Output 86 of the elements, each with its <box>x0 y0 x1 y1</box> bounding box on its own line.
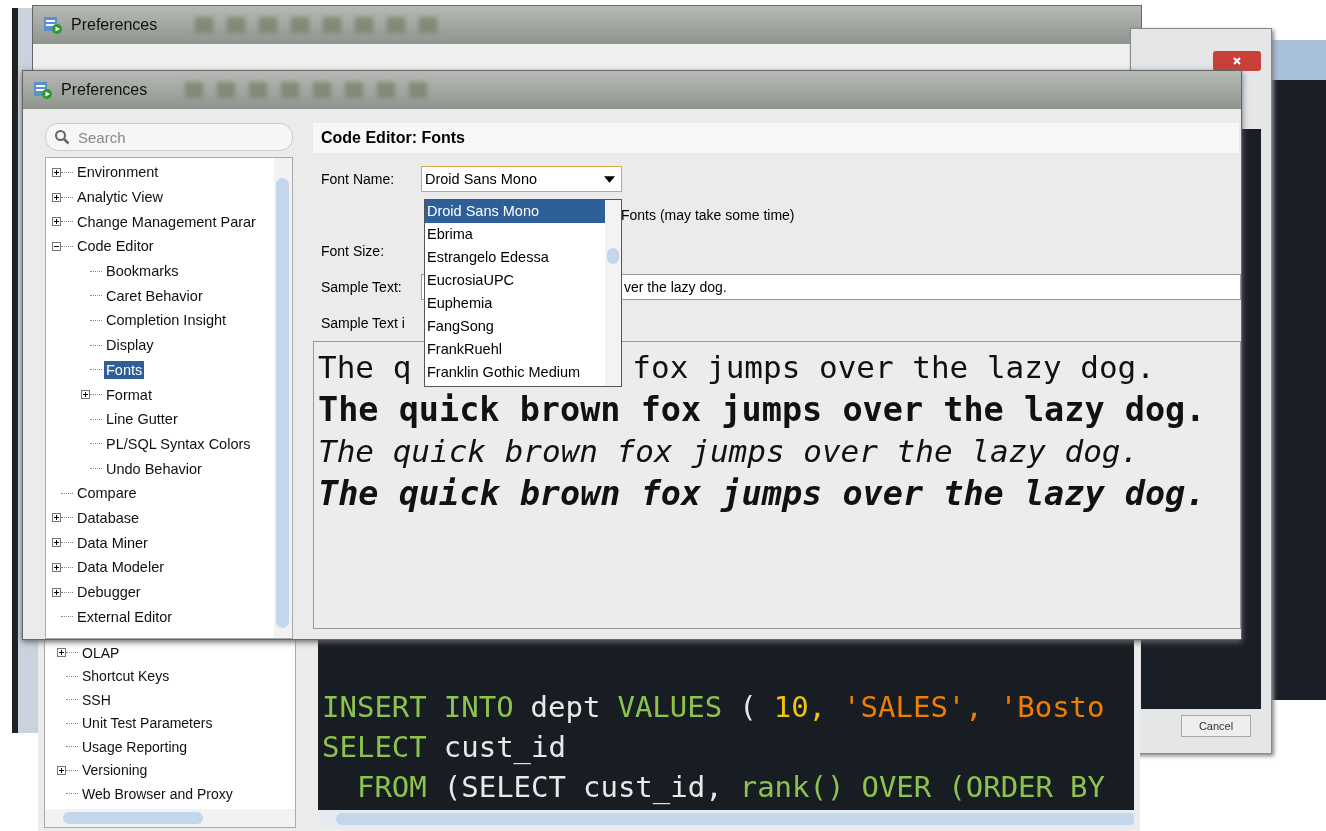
code-token: VALUES <box>617 690 723 726</box>
tree-item[interactable]: Shortcut Keys <box>80 667 172 686</box>
tree-item[interactable]: Environment <box>75 163 161 182</box>
tree-item[interactable]: Change Management Parar <box>75 212 258 231</box>
tree-item[interactable]: Unit Test Parameters <box>80 714 215 733</box>
field-label: Sample Text: <box>321 279 403 295</box>
scrollbar[interactable] <box>605 200 621 386</box>
app-icon <box>33 80 53 100</box>
tree-item[interactable]: Caret Behavior <box>104 286 205 305</box>
tree-item[interactable]: Versioning <box>80 761 150 780</box>
code-token: ( <box>739 690 757 726</box>
dropdown-option[interactable]: Estrangelo Edessa <box>425 246 605 269</box>
sample-text: The quick brown fox jumps over the lazy dog. <box>318 433 1140 469</box>
expand-toggle[interactable] <box>81 390 90 400</box>
tree-item[interactable]: OLAP <box>80 643 122 662</box>
dropdown-option[interactable]: Ebrima <box>425 223 605 246</box>
page-heading: Code Editor: Fonts <box>313 123 1239 153</box>
expand-toggle[interactable] <box>57 648 66 658</box>
search-icon <box>54 129 70 145</box>
dropdown-option[interactable]: FangSong <box>425 315 605 338</box>
sample-text: The quick brown fox jumps over the lazy dog. <box>318 473 1206 513</box>
code-token: 'Bosto <box>999 690 1105 726</box>
tree-item[interactable]: Data Miner <box>75 533 150 552</box>
tree-item[interactable]: Analytic View <box>75 188 165 207</box>
tree-item[interactable]: Display <box>104 336 156 355</box>
tree-item[interactable]: Fonts <box>104 360 145 379</box>
code-token: (SELECT <box>443 770 566 806</box>
code-token: SELECT <box>322 730 427 766</box>
tree-item[interactable]: Debugger <box>75 583 143 602</box>
code-token: OVER <box>861 770 932 806</box>
code-token: (ORDER <box>948 770 1054 806</box>
tree-item[interactable]: SSH <box>80 690 113 709</box>
caret-icon <box>604 175 615 183</box>
app-icon <box>43 15 63 35</box>
tree-item[interactable]: Database <box>75 508 142 527</box>
window-title: Preferences <box>61 81 148 99</box>
expand-toggle[interactable] <box>52 513 61 523</box>
tree-item[interactable]: Data Modeler <box>75 558 167 577</box>
tree-item[interactable]: Usage Reporting <box>80 737 190 756</box>
dropdown-option[interactable]: Franklin Gothic Medium <box>425 361 605 384</box>
tree-item[interactable]: Code Editor <box>75 237 156 256</box>
code-token: 'SALES', <box>843 690 983 726</box>
sample-text: The quick brown fox jumps over the lazy dog. <box>318 389 1206 429</box>
expand-toggle[interactable] <box>52 192 61 202</box>
code-token: 10, <box>773 690 827 726</box>
code-token: INTO <box>443 690 514 726</box>
tree-item[interactable]: Web Browser and Proxy <box>80 784 235 803</box>
field-label: Font Size: <box>321 243 386 259</box>
expand-toggle[interactable] <box>52 538 61 548</box>
tree-item[interactable]: Completion Insight <box>104 311 229 330</box>
tree-item[interactable]: PL/SQL Syntax Colors <box>104 434 253 453</box>
window-title: Preferences <box>71 16 158 34</box>
sample-text: fox jumps over the lazy dog. <box>632 349 1155 385</box>
scrollbar[interactable] <box>45 809 295 827</box>
expand-toggle[interactable] <box>52 562 61 572</box>
tree-item[interactable]: External Editor <box>75 607 175 626</box>
tree-item[interactable]: Compare <box>75 484 139 503</box>
tree-item[interactable]: Undo Behavior <box>104 459 204 478</box>
code-token: INSERT <box>322 690 427 726</box>
dropdown-option[interactable]: Droid Sans Mono <box>425 200 605 223</box>
option-label: Fonts (may take some time) <box>621 207 795 223</box>
scrollbar[interactable] <box>318 810 1134 828</box>
tree-item[interactable]: Format <box>104 385 154 404</box>
code-token: rank() <box>739 770 845 806</box>
cancel-button[interactable]: Cancel <box>1181 715 1251 737</box>
close-icon <box>1232 56 1242 66</box>
code-token: cust_id, <box>583 770 723 806</box>
expand-toggle[interactable] <box>57 765 66 775</box>
code-token: cust_id <box>443 730 566 766</box>
field-label: Sample Text i <box>321 315 406 331</box>
code-token: BY <box>1070 770 1105 806</box>
expand-toggle[interactable] <box>52 241 61 251</box>
font-dropdown[interactable]: Droid Sans Mono <box>421 166 622 192</box>
expand-toggle[interactable] <box>52 167 61 177</box>
close-button[interactable] <box>1213 51 1261 71</box>
expand-toggle[interactable] <box>52 217 61 227</box>
tree-item[interactable]: Line Gutter <box>104 410 180 429</box>
sample-text: The q <box>318 349 412 385</box>
tree-item[interactable]: Bookmarks <box>104 262 181 281</box>
code-token: FROM <box>355 770 427 806</box>
field-label: Font Name: <box>321 171 396 187</box>
scrollbar[interactable] <box>274 158 292 638</box>
expand-toggle[interactable] <box>52 587 61 597</box>
search-field[interactable]: Search <box>45 123 293 151</box>
code-token: dept <box>530 690 601 726</box>
dropdown-option[interactable]: FrankRuehl <box>425 338 605 361</box>
